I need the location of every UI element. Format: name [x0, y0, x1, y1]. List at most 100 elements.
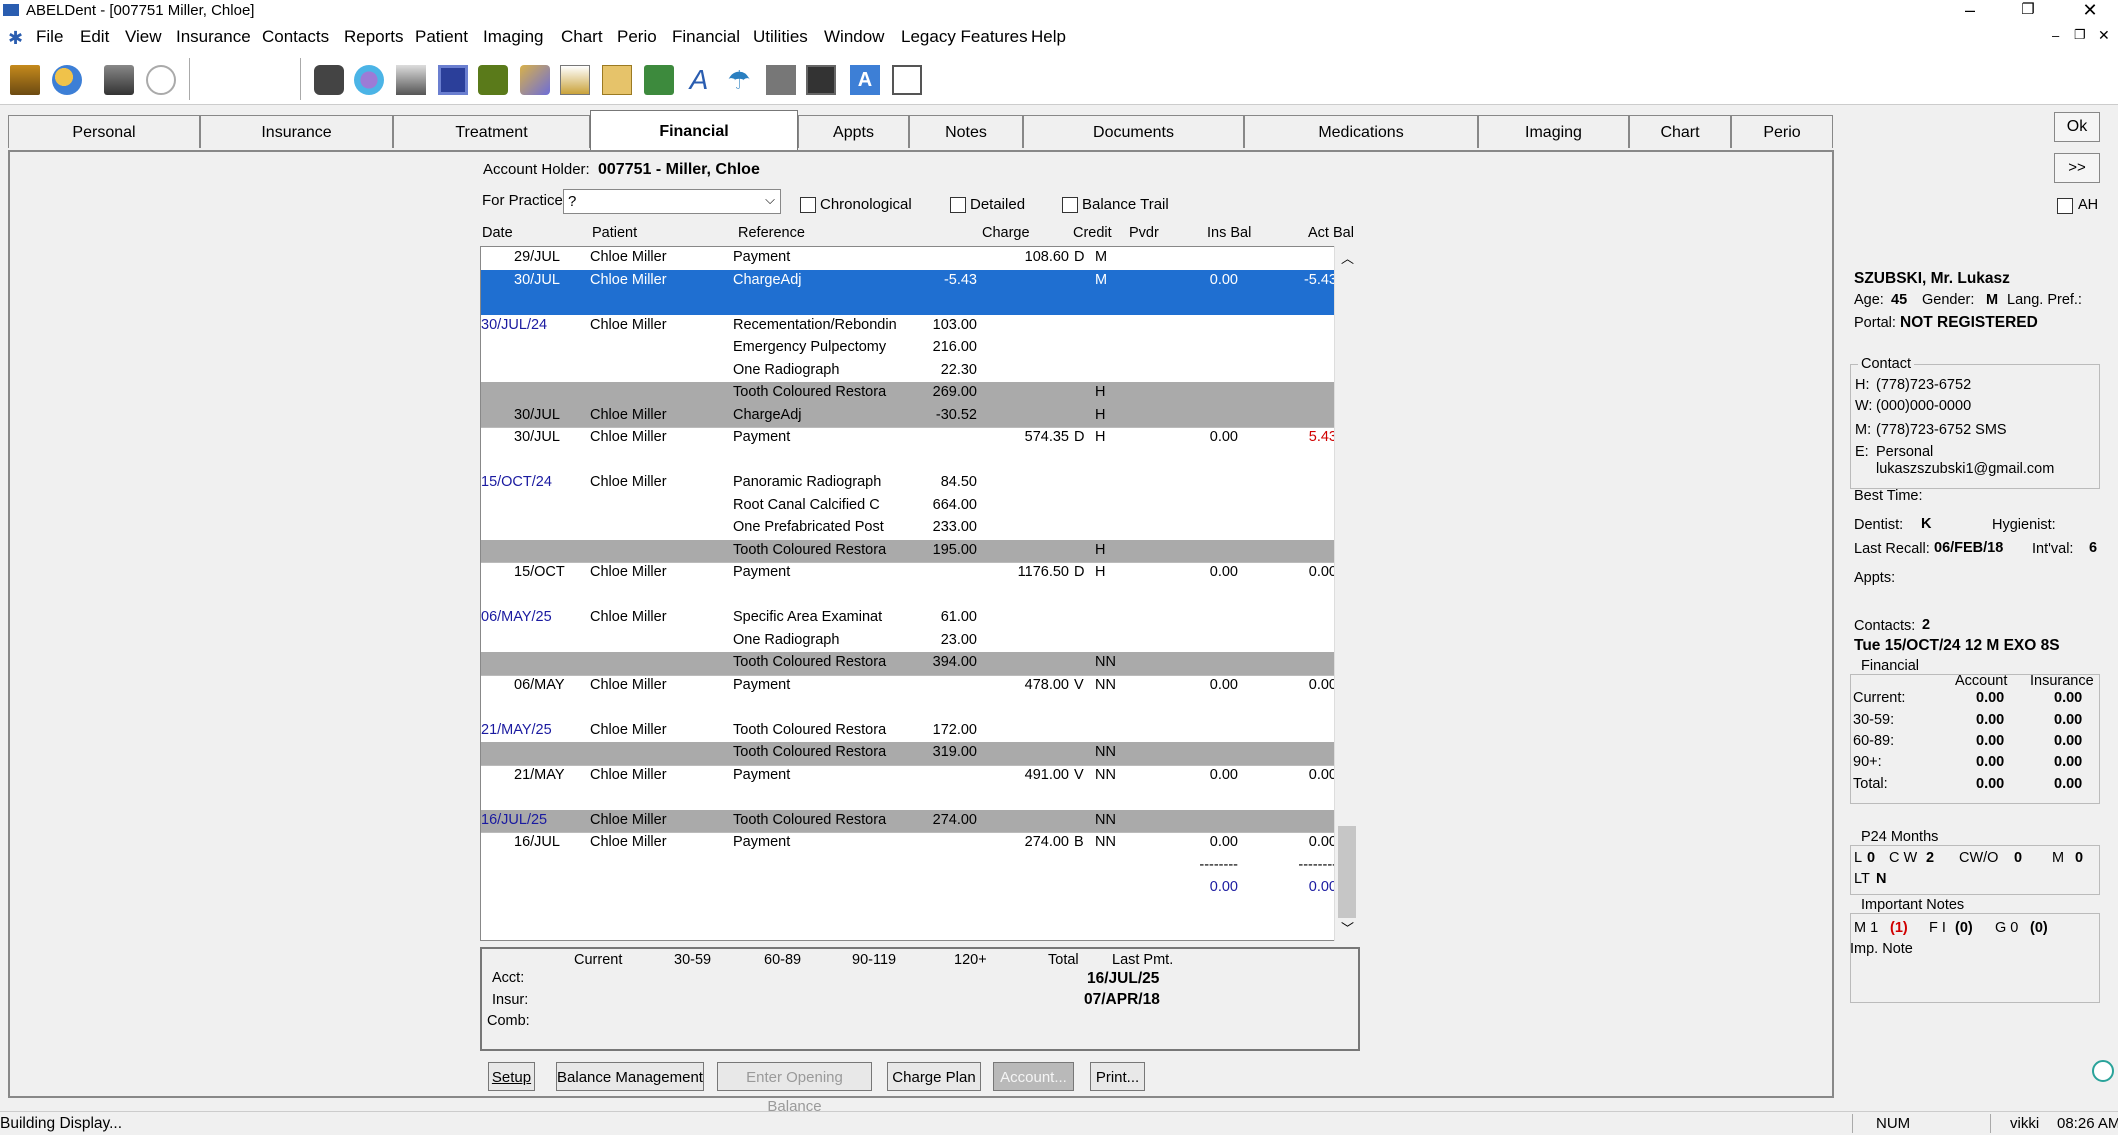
- table-row[interactable]: 06/MAY/25 Chloe Miller Specific Area Exami…: [481, 607, 1337, 630]
- menu-financial[interactable]: Financial: [672, 27, 740, 47]
- table-row[interactable]: 16/JUL Chloe Miller Payment 274.00 B NN 0.00 0.…: [481, 832, 1337, 855]
- family-icon[interactable]: [354, 65, 384, 95]
- ledger-icon[interactable]: [438, 65, 468, 95]
- tab-appts[interactable]: Appts: [798, 115, 909, 148]
- tab-financial[interactable]: Financial: [590, 110, 798, 152]
- table-row[interactable]: Tooth Coloured Restora 319.00 NN: [481, 742, 1337, 766]
- table-row[interactable]: 21/MAY Chloe Miller Payment 491.00 V NN 0.00 0.…: [481, 765, 1337, 788]
- table-row[interactable]: 30/JUL Chloe Miller Payment 574.35 D H 0.00 5.4…: [481, 427, 1337, 450]
- table-row[interactable]: 21/MAY/25 Chloe Miller Tooth Coloured Rest…: [481, 720, 1337, 743]
- table-row[interactable]: 16/JUL/25 Chloe Miller Tooth Coloured Rest…: [481, 809, 1337, 833]
- tooth-icon[interactable]: [766, 65, 796, 95]
- print-button[interactable]: Print...: [1090, 1062, 1145, 1091]
- mdi-restore-icon[interactable]: ❐: [2074, 27, 2086, 43]
- tab-personal[interactable]: Personal: [8, 115, 200, 148]
- col-reference[interactable]: Reference: [738, 225, 805, 241]
- table-row[interactable]: [481, 787, 1337, 810]
- transactions-grid[interactable]: 29/JUL Chloe Miller Payment 108.60 D M 30/JUL C…: [480, 246, 1360, 941]
- table-row[interactable]: -------- --------: [481, 855, 1337, 878]
- col-patient[interactable]: Patient: [592, 225, 637, 241]
- col-pvdr[interactable]: Pvdr: [1129, 225, 1159, 241]
- table-row[interactable]: 0.00 0.00: [481, 877, 1337, 900]
- table-row[interactable]: Root Canal Calcified C 664.00: [481, 495, 1337, 518]
- menu-patient[interactable]: Patient: [415, 27, 468, 47]
- documents-icon[interactable]: [644, 65, 674, 95]
- balance-trail-checkbox[interactable]: [1062, 197, 1078, 213]
- menu-chart[interactable]: Chart: [561, 27, 603, 47]
- chat-icon[interactable]: [146, 65, 176, 95]
- patient-search-icon[interactable]: [52, 65, 82, 95]
- tab-insurance[interactable]: Insurance: [200, 115, 393, 148]
- umbrella-icon[interactable]: ☂: [724, 65, 754, 95]
- expand-button[interactable]: >>: [2054, 153, 2100, 183]
- edit-icon[interactable]: [560, 65, 590, 95]
- col-act-bal[interactable]: Act Bal: [1308, 225, 1354, 241]
- menu-window[interactable]: Window: [824, 27, 884, 47]
- notes-icon[interactable]: [104, 65, 134, 95]
- text-icon[interactable]: A: [850, 65, 880, 95]
- scroll-down-icon[interactable]: ﹀: [1341, 918, 1354, 937]
- grid-scrollbar[interactable]: ︿ ﹀: [1334, 246, 1360, 941]
- floating-widget-icon[interactable]: [2092, 1060, 2114, 1082]
- table-row[interactable]: 06/MAY Chloe Miller Payment 478.00 V NN 0.00 0.…: [481, 675, 1337, 698]
- app-menu-icon[interactable]: ✱: [8, 28, 24, 48]
- tab-medications[interactable]: Medications: [1244, 115, 1478, 148]
- menu-insurance[interactable]: Insurance: [176, 27, 251, 47]
- phone-icon[interactable]: [314, 65, 344, 95]
- menu-file[interactable]: File: [36, 27, 63, 47]
- table-row[interactable]: 30/JUL Chloe Miller ChargeAdj -30.52 H: [481, 404, 1337, 428]
- table-row[interactable]: Tooth Coloured Restora 269.00 H: [481, 382, 1337, 406]
- schedule-icon[interactable]: [10, 65, 40, 95]
- menu-reports[interactable]: Reports: [344, 27, 404, 47]
- table-row[interactable]: One Radiograph 23.00: [481, 630, 1337, 653]
- camera-icon[interactable]: [806, 65, 836, 95]
- menu-help[interactable]: Help: [1031, 27, 1066, 47]
- table-row[interactable]: [481, 292, 1337, 315]
- menu-utilities[interactable]: Utilities: [753, 27, 808, 47]
- scroll-thumb[interactable]: [1338, 826, 1356, 918]
- ok-button[interactable]: Ok: [2054, 112, 2100, 142]
- scroll-up-icon[interactable]: ︿: [1341, 248, 1354, 267]
- ah-checkbox[interactable]: [2057, 198, 2073, 214]
- charge-plan-button[interactable]: Charge Plan: [887, 1062, 981, 1091]
- menu-view[interactable]: View: [125, 27, 162, 47]
- table-row[interactable]: Tooth Coloured Restora 195.00 H: [481, 539, 1337, 563]
- close-button[interactable]: ✕: [2070, 0, 2110, 22]
- table-row[interactable]: One Radiograph 22.30: [481, 360, 1337, 383]
- table-row[interactable]: 30/JUL/24 Chloe Miller Recementation/Rebon…: [481, 315, 1337, 338]
- font-icon[interactable]: A: [684, 65, 714, 95]
- printer-icon[interactable]: [396, 65, 426, 95]
- eye-icon[interactable]: [478, 65, 508, 95]
- menu-legacy-features[interactable]: Legacy Features: [901, 27, 1028, 47]
- tab-perio[interactable]: Perio: [1731, 115, 1833, 148]
- tab-notes[interactable]: Notes: [909, 115, 1023, 148]
- table-row[interactable]: 15/OCT Chloe Miller Payment 1176.50 D H 0.00 0.…: [481, 562, 1337, 585]
- menu-perio[interactable]: Perio: [617, 27, 657, 47]
- col-date[interactable]: Date: [482, 225, 513, 241]
- practice-select[interactable]: ? ⌵: [563, 189, 781, 214]
- balance-management-button[interactable]: Balance Management: [556, 1062, 704, 1091]
- restore-button[interactable]: ❐: [2008, 0, 2048, 22]
- table-row[interactable]: 15/OCT/24 Chloe Miller Panoramic Radiograp…: [481, 472, 1337, 495]
- menu-imaging[interactable]: Imaging: [483, 27, 543, 47]
- table-row[interactable]: 29/JUL Chloe Miller Payment 108.60 D M: [481, 247, 1337, 270]
- tab-chart[interactable]: Chart: [1629, 115, 1731, 148]
- table-row[interactable]: [481, 697, 1337, 720]
- mdi-close-icon[interactable]: ✕: [2098, 27, 2110, 44]
- tab-documents[interactable]: Documents: [1023, 115, 1244, 148]
- detailed-checkbox[interactable]: [950, 197, 966, 213]
- setup-button[interactable]: Setup: [488, 1062, 535, 1091]
- table-row[interactable]: [481, 585, 1337, 608]
- enter-opening-balance-button[interactable]: Enter Opening Balance: [717, 1062, 872, 1115]
- table-row[interactable]: Emergency Pulpectomy 216.00: [481, 337, 1337, 360]
- table-row[interactable]: One Prefabricated Post 233.00: [481, 517, 1337, 540]
- chronological-checkbox[interactable]: [800, 197, 816, 213]
- clipboard-icon[interactable]: [892, 65, 922, 95]
- table-row[interactable]: Tooth Coloured Restora 394.00 NN: [481, 652, 1337, 676]
- menu-contacts[interactable]: Contacts: [262, 27, 329, 47]
- minimize-button[interactable]: –: [1950, 0, 1990, 22]
- table-row[interactable]: 30/JUL Chloe Miller ChargeAdj -5.43 M 0.00 -5.…: [481, 269, 1337, 292]
- contacts-icon[interactable]: [520, 65, 550, 95]
- col-charge[interactable]: Charge: [982, 225, 1030, 241]
- menu-edit[interactable]: Edit: [80, 27, 109, 47]
